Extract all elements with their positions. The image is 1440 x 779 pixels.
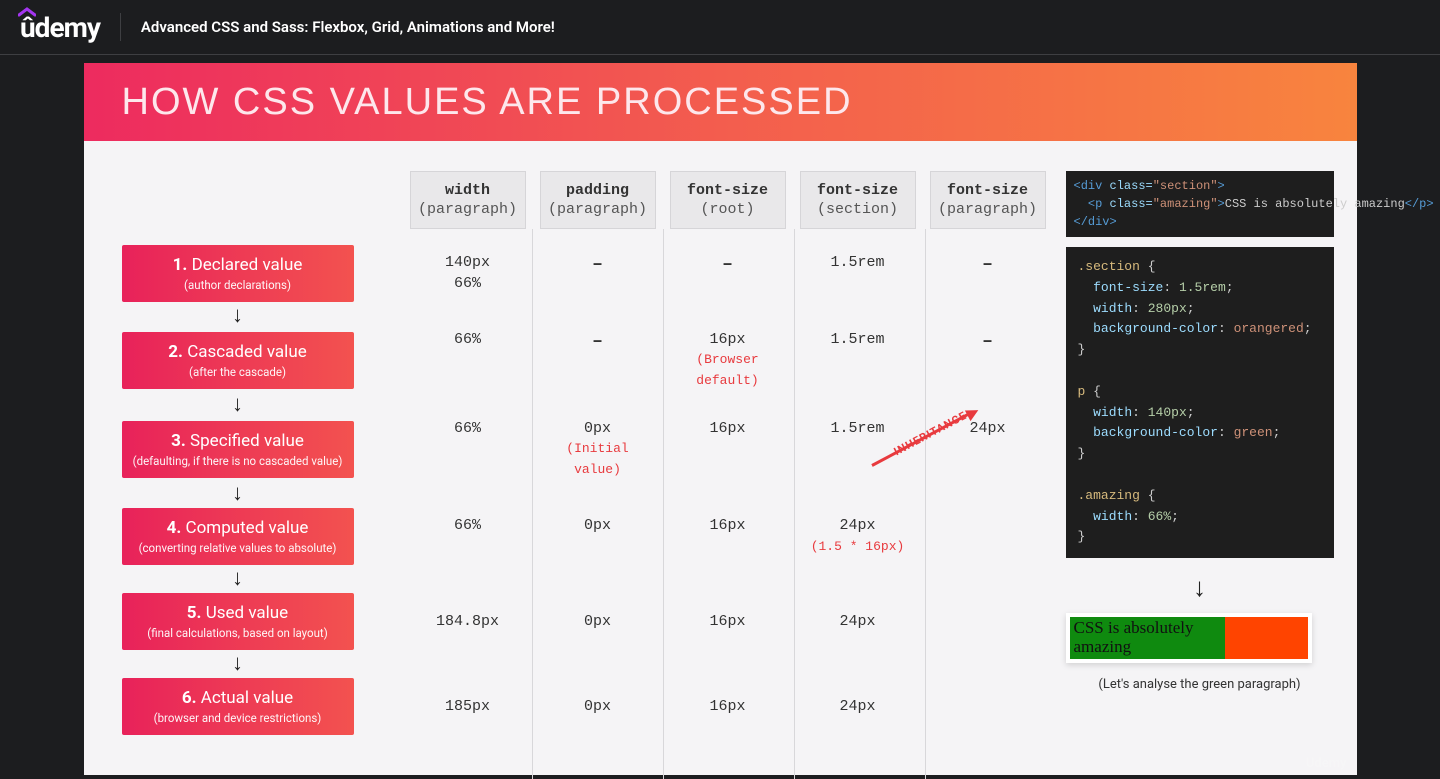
green-paragraph: CSS is absolutely amazing xyxy=(1070,617,1225,659)
css-code-block: .section { font-size: 1.5rem; width: 280… xyxy=(1066,247,1334,558)
stage-row-1: 1. Declared value (author declarations) … xyxy=(122,245,1046,302)
arrow-down-icon: ↓ xyxy=(1066,572,1334,603)
col-head-fs-section: font-size(section) xyxy=(800,171,916,229)
stage-row-2: 2. Cascaded value (after the cascade) 66… xyxy=(122,330,1046,391)
stage-row-3: 3. Specified value (defaulting, if there… xyxy=(122,419,1046,480)
col-head-padding: padding(paragraph) xyxy=(540,171,656,229)
col-head-width: width(paragraph) xyxy=(410,171,526,229)
logo-hat-icon xyxy=(18,7,36,17)
col-head-fs-root: font-size(root) xyxy=(670,171,786,229)
stage-used: 5. Used value (final calculations, based… xyxy=(122,593,354,650)
orange-section xyxy=(1225,617,1308,659)
stage-row-4: 4. Computed value (converting relative v… xyxy=(122,508,1046,565)
course-title[interactable]: Advanced CSS and Sass: Flexbox, Grid, An… xyxy=(141,18,555,36)
stage-declared: 1. Declared value (author declarations) xyxy=(122,245,354,302)
arrow-down-icon: ↓ xyxy=(122,304,354,328)
udemy-logo[interactable]: ûdemy xyxy=(20,11,100,44)
slide-header: HOW CSS VALUES ARE PROCESSED xyxy=(84,63,1357,141)
diagram-area: width(paragraph) padding(paragraph) font… xyxy=(122,171,1046,735)
stage-cascaded: 2. Cascaded value (after the cascade) xyxy=(122,332,354,389)
stage-row-6: 6. Actual value (browser and device rest… xyxy=(122,678,1046,735)
arrow-down-icon: ↓ xyxy=(122,567,354,591)
header-divider xyxy=(120,13,121,41)
column-headers: width(paragraph) padding(paragraph) font… xyxy=(410,171,1046,229)
watermark: Udemy xyxy=(1306,756,1347,771)
arrow-down-icon: ↓ xyxy=(122,393,354,417)
html-code-block: <div class="section"> <p class="amazing"… xyxy=(1066,171,1334,237)
analyse-caption: (Let's analyse the green paragraph) xyxy=(1066,677,1334,692)
stage-row-5: 5. Used value (final calculations, based… xyxy=(122,593,1046,650)
slide-title: HOW CSS VALUES ARE PROCESSED xyxy=(122,81,853,124)
arrow-down-icon: ↓ xyxy=(122,482,354,506)
slide: HOW CSS VALUES ARE PROCESSED width(parag… xyxy=(84,63,1357,775)
code-example-area: <div class="section"> <p class="amazing"… xyxy=(1066,171,1334,735)
stage-computed: 4. Computed value (converting relative v… xyxy=(122,508,354,565)
arrow-down-icon: ↓ xyxy=(122,652,354,676)
rendered-output: CSS is absolutely amazing xyxy=(1066,613,1312,663)
col-head-fs-paragraph: font-size(paragraph) xyxy=(930,171,1046,229)
top-bar: ûdemy Advanced CSS and Sass: Flexbox, Gr… xyxy=(0,0,1440,55)
stage-actual: 6. Actual value (browser and device rest… xyxy=(122,678,354,735)
stage-specified: 3. Specified value (defaulting, if there… xyxy=(122,421,354,478)
